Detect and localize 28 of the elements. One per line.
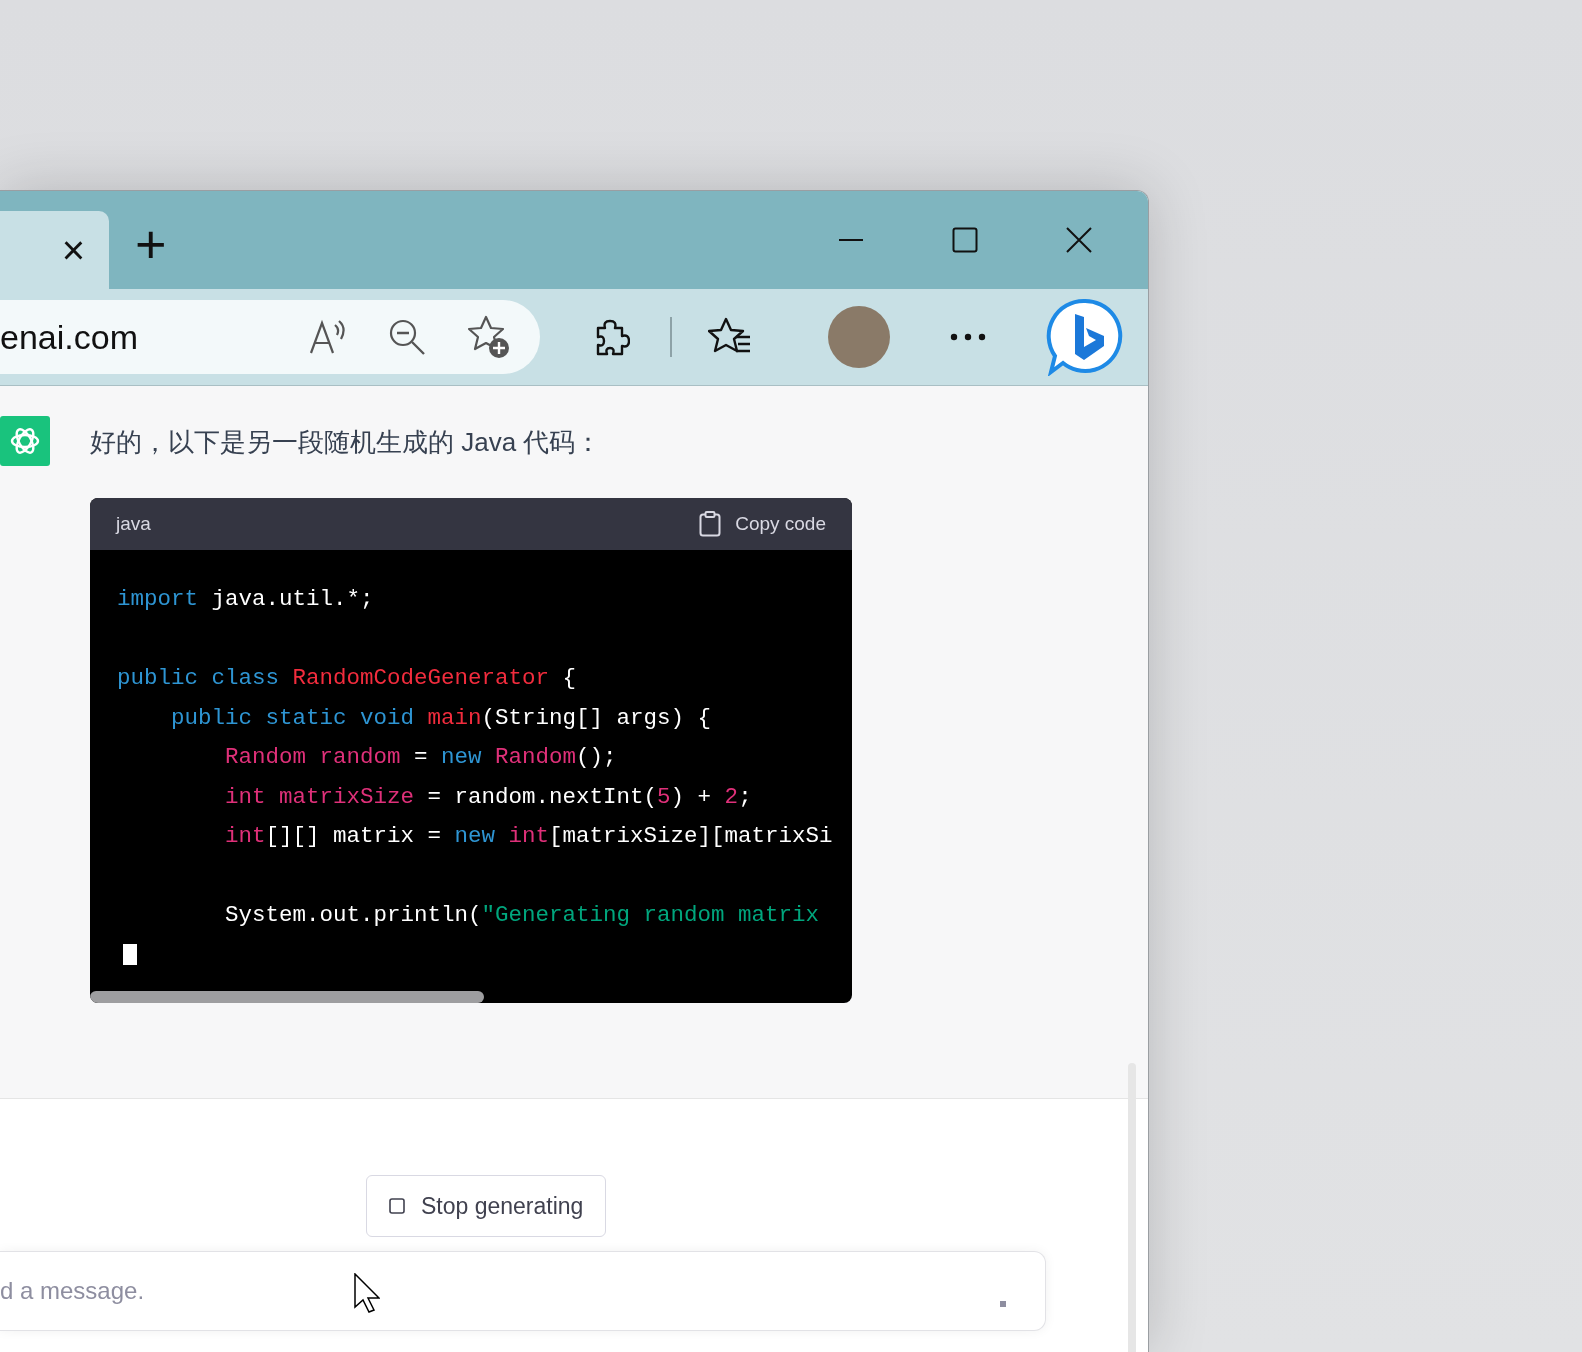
message-text: 好的，以下是另一段随机生成的 Java 代码： [90, 426, 603, 458]
close-tab-button[interactable]: × [61, 230, 85, 270]
code-line: System.out.println("Generating random matrix [225, 901, 820, 930]
code-line: Random random = new Random(); [225, 743, 617, 772]
vertical-scrollbar[interactable] [1128, 1063, 1136, 1352]
chat-bubble-logo-icon[interactable] [1046, 298, 1124, 376]
code-language: java [116, 513, 151, 535]
mouse-pointer-icon [354, 1273, 380, 1313]
address-bar[interactable]: enai.com [0, 300, 540, 374]
new-tab-button[interactable]: + [135, 217, 167, 271]
star-plus-icon[interactable] [466, 314, 512, 360]
code-line: int[][] matrix = new int[matrixSize][matrixSi [225, 822, 833, 851]
code-line: public static void main(String[] args) { [171, 703, 712, 733]
maximize-icon[interactable] [952, 227, 978, 253]
more-icon[interactable] [950, 333, 986, 341]
zoom-out-icon[interactable] [388, 318, 426, 356]
clipboard-icon [699, 511, 722, 537]
copy-code-button[interactable]: Copy code [699, 511, 826, 537]
url-text: enai.com [0, 317, 138, 357]
close-icon[interactable] [1066, 227, 1092, 253]
code-line: import java.util.*; [117, 585, 374, 614]
stop-generating-button[interactable]: Stop generating [366, 1175, 607, 1237]
browser-tab[interactable]: × [0, 211, 109, 289]
stop-square-icon [389, 1198, 405, 1214]
code-line: public class RandomCodeGenerator { [117, 664, 577, 693]
code-line: int matrixSize = random.nextInt(5) + 2; [225, 782, 752, 812]
horizontal-scrollbar[interactable] [90, 990, 484, 1003]
message-input[interactable]: d a message. [0, 1251, 1046, 1331]
